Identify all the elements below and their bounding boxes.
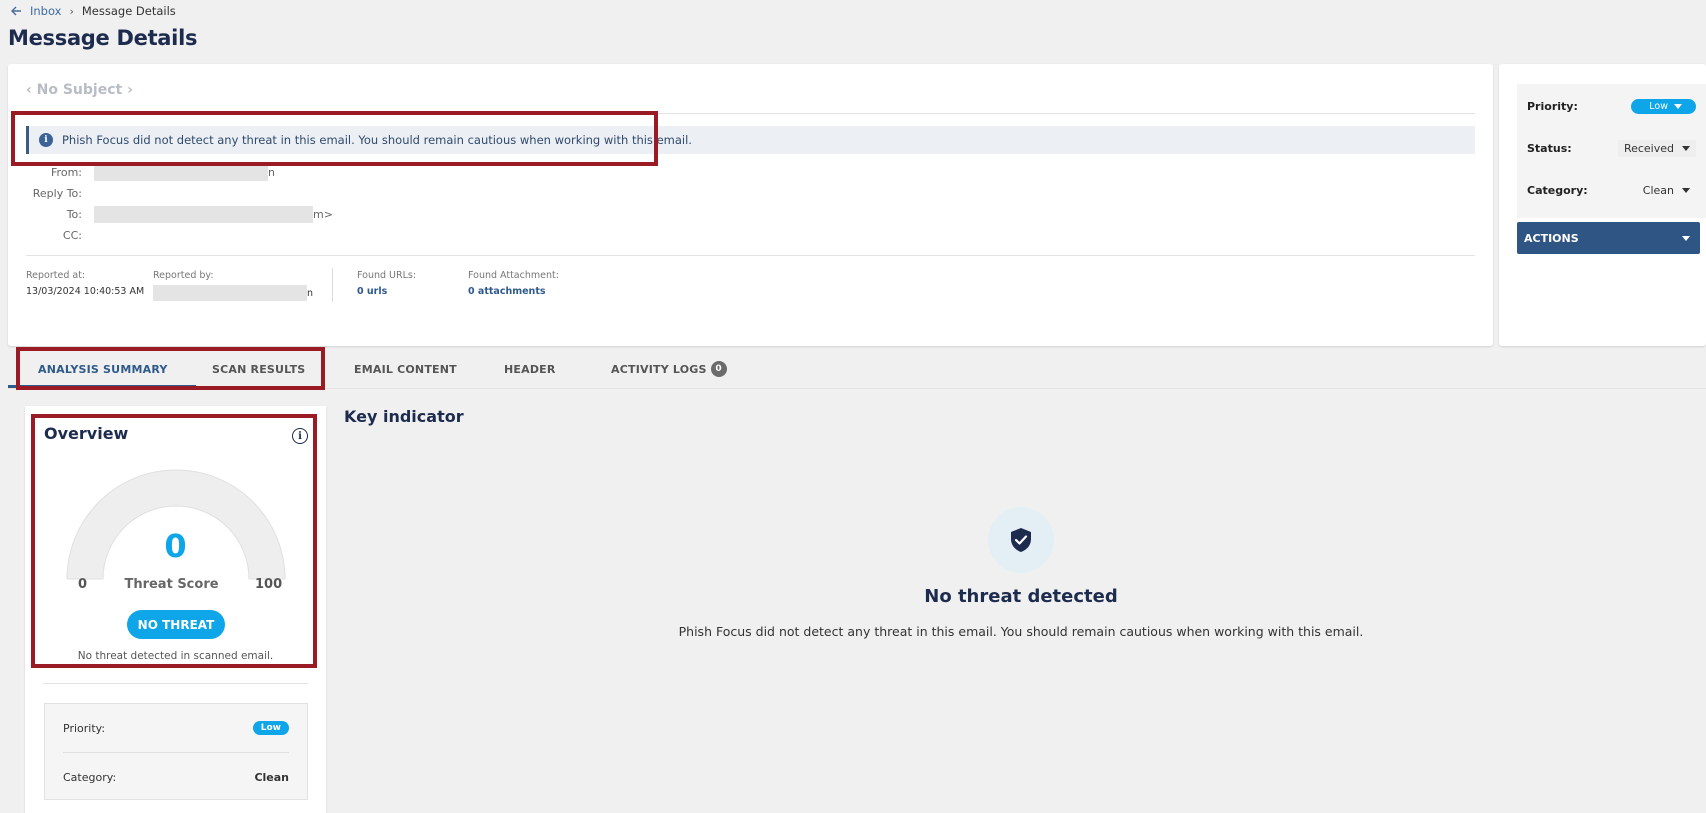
priority-dropdown[interactable]: Low <box>1631 98 1696 114</box>
redacted-from <box>94 163 268 181</box>
info-icon: i <box>39 133 53 147</box>
cc-field: CC: <box>26 226 94 244</box>
chevron-down-icon <box>1682 187 1690 193</box>
priority-label: Priority: <box>1527 99 1578 113</box>
redacted-reporter <box>153 285 307 301</box>
chevron-down-icon <box>1682 145 1690 151</box>
to-label: To: <box>66 207 82 221</box>
overview-category-label: Category: <box>63 770 117 784</box>
priority-value: Low <box>1649 100 1668 112</box>
divider <box>43 683 308 684</box>
message-card: ‹ No Subject › i Phish Focus did not det… <box>8 64 1493 346</box>
breadcrumb-separator: › <box>69 4 74 18</box>
category-row: Category: Clean <box>1527 180 1696 200</box>
notice-text: Phish Focus did not detect any threat in… <box>62 133 692 147</box>
status-dropdown[interactable]: Received <box>1617 139 1696 157</box>
overview-category-value: Clean <box>254 770 289 784</box>
properties-box: Priority: Low Status: Received Category:… <box>1517 84 1706 218</box>
reply-to-field: Reply To: <box>26 184 94 202</box>
activity-count-badge: 0 <box>710 361 727 377</box>
from-field: From: n <box>26 163 275 181</box>
found-attachment-label: Found Attachment: <box>468 270 559 281</box>
overview-caption: No threat detected in scanned email. <box>77 650 274 662</box>
category-dropdown[interactable]: Clean <box>1637 182 1696 199</box>
overview-priority-row: Priority: Low <box>63 719 289 737</box>
status-value: Received <box>1623 141 1674 155</box>
tab-activity-logs[interactable]: ACTIVITY LOGS 0 <box>611 351 727 387</box>
divider <box>26 113 1475 114</box>
to-field: To: m> <box>26 205 333 223</box>
no-threat-headline: No threat detected <box>924 586 1118 607</box>
breadcrumb: Inbox › Message Details <box>8 2 176 20</box>
overview-properties: Priority: Low Category: Clean <box>44 703 308 800</box>
key-indicator-title: Key indicator <box>344 407 464 426</box>
from-label: From: <box>51 165 82 179</box>
found-urls-link[interactable]: 0 urls <box>357 286 416 297</box>
category-label: Category: <box>1527 183 1588 197</box>
overview-title: Overview <box>44 424 129 443</box>
found-attachment: Found Attachment: 0 attachments <box>468 270 559 297</box>
tab-header[interactable]: HEADER <box>504 351 556 387</box>
tab-email-content[interactable]: EMAIL CONTENT <box>354 351 457 387</box>
reported-by-label: Reported by: <box>153 270 214 281</box>
actions-button[interactable]: ACTIONS <box>1517 222 1700 254</box>
status-row: Status: Received <box>1527 138 1696 158</box>
reported-by-value: n <box>153 285 313 301</box>
shield-badge <box>988 507 1054 573</box>
chevron-down-icon <box>1682 235 1690 241</box>
tab-bar: ANALYSIS SUMMARY SCAN RESULTS EMAIL CONT… <box>8 351 1706 389</box>
overview-priority-label: Priority: <box>63 721 106 735</box>
found-urls-label: Found URLs: <box>357 270 417 281</box>
tab-activity-logs-label: ACTIVITY LOGS <box>611 362 707 376</box>
shield-check-icon <box>1011 528 1031 552</box>
divider <box>63 752 289 753</box>
page-title: Message Details <box>8 26 198 50</box>
breadcrumb-inbox-link[interactable]: Inbox <box>30 4 61 18</box>
overview-card: Overview i 0 0 Threat Score 100 NO THREA… <box>25 406 326 813</box>
actions-label: ACTIONS <box>1524 231 1579 245</box>
info-icon[interactable]: i <box>292 428 308 444</box>
from-tail: n <box>268 165 275 179</box>
found-attachment-link[interactable]: 0 attachments <box>468 286 559 297</box>
breadcrumb-current: Message Details <box>81 4 176 18</box>
arrow-left-icon[interactable] <box>8 3 24 19</box>
active-tab-indicator <box>8 385 196 388</box>
no-threat-notice: i Phish Focus did not detect any threat … <box>26 126 1475 154</box>
found-urls: Found URLs: 0 urls <box>357 270 416 297</box>
status-label: Status: <box>1527 141 1572 155</box>
message-subject: ‹ No Subject › <box>26 82 133 98</box>
reported-at-value: 13/03/2024 10:40:53 AM <box>26 286 145 297</box>
redacted-to <box>94 205 313 223</box>
threat-score-value: 0 <box>164 527 187 565</box>
cc-label: CC: <box>62 228 82 242</box>
side-panel: Priority: Low Status: Received Category:… <box>1499 64 1706 346</box>
reply-to-label: Reply To: <box>32 186 82 200</box>
reported-at: Reported at: 13/03/2024 10:40:53 AM <box>26 270 144 297</box>
divider <box>332 268 333 302</box>
reported-by: Reported by: n <box>153 270 313 301</box>
no-threat-description: Phish Focus did not detect any threat in… <box>678 624 1364 639</box>
priority-row: Priority: Low <box>1527 96 1696 116</box>
divider <box>26 255 1475 256</box>
category-value: Clean <box>1642 183 1674 197</box>
overview-category-row: Category: Clean <box>63 768 289 786</box>
chevron-down-icon <box>1674 103 1682 109</box>
reported-at-label: Reported at: <box>26 270 86 281</box>
to-tail: m> <box>313 207 333 221</box>
reported-by-tail: n <box>307 287 314 299</box>
overview-priority-badge: Low <box>252 721 289 735</box>
tab-scan-results[interactable]: SCAN RESULTS <box>212 351 305 387</box>
tab-analysis-summary[interactable]: ANALYSIS SUMMARY <box>38 351 168 387</box>
